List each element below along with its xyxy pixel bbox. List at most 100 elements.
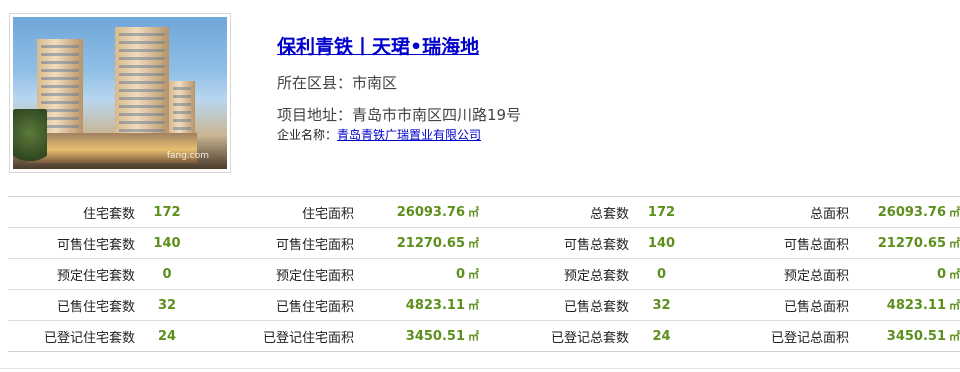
residential-units-label: 已售住宅套数: [8, 289, 135, 321]
residential-area-value: 0 ㎡: [354, 258, 479, 290]
total-area-value: 0 ㎡: [849, 258, 960, 290]
total-units-value: 140: [629, 227, 694, 259]
total-area-value: 3450.51 ㎡: [849, 320, 960, 352]
total-units-label-text: 可售总套数: [563, 237, 629, 253]
residential-units-label: 住宅套数: [8, 196, 135, 228]
total-units-value: 172: [629, 196, 694, 228]
project-photo-frame[interactable]: fang.com: [9, 13, 231, 173]
sales-stats-table: 住宅套数 172 住宅面积 26093.76 ㎡总套数 172 总面积 26093.76 ㎡可售…: [8, 196, 960, 352]
total-area-label-text: 已登记总面积: [770, 330, 849, 346]
company-name-link[interactable]: 青岛青铁广瑞置业有限公司: [337, 128, 481, 142]
area-unit: ㎡: [468, 268, 479, 281]
residential-units-label-text: 可售住宅套数: [56, 237, 135, 253]
residential-area-label: 住宅面积: [199, 196, 354, 228]
area-unit: ㎡: [949, 206, 960, 219]
total-area-label: 已登记总面积: [694, 320, 849, 352]
residential-units-label-text: 已售住宅套数: [56, 299, 135, 315]
residential-units-value: 140: [135, 227, 199, 259]
project-photo[interactable]: fang.com: [13, 17, 227, 169]
residential-units-label-text: 住宅套数: [82, 206, 135, 222]
residential-area-value-text: 0: [455, 267, 465, 282]
total-area-value: 21270.65 ㎡: [849, 227, 960, 259]
total-units-label: 已登记总套数: [479, 320, 629, 352]
total-area-value-text: 0: [936, 267, 946, 282]
total-area-value-text: 26093.76: [877, 205, 946, 220]
residential-area-label: 可售住宅面积: [199, 227, 354, 259]
project-title-link[interactable]: 保利青铁丨天珺•瑞海地: [277, 32, 479, 59]
total-area-label: 总面积: [694, 196, 849, 228]
total-area-label: 可售总面积: [694, 227, 849, 259]
total-units-value-text: 0: [656, 266, 667, 282]
total-area-label-text: 已售总面积: [783, 299, 849, 315]
residential-area-value-text: 3450.51: [405, 329, 465, 344]
total-area-label-text: 预定总面积: [783, 268, 849, 284]
total-units-label-text: 已登记总套数: [550, 330, 629, 346]
residential-units-label: 预定住宅套数: [8, 258, 135, 290]
area-unit: ㎡: [468, 299, 479, 312]
address-info: 项目地址：青岛市市南区四川路19号: [277, 106, 522, 124]
area-unit: ㎡: [468, 330, 479, 343]
total-area-value-text: 21270.65: [877, 236, 946, 251]
total-units-value-text: 140: [647, 235, 676, 251]
residential-units-value: 24: [135, 320, 199, 352]
residential-area-value: 26093.76 ㎡: [354, 196, 479, 228]
district-info: 所在区县：市南区: [277, 74, 398, 92]
area-unit: ㎡: [468, 206, 479, 219]
area-unit: ㎡: [949, 299, 960, 312]
total-area-label: 已售总面积: [694, 289, 849, 321]
stats-row: 已登记住宅套数 24 已登记住宅面积 3450.51 ㎡已登记总套数 24 已登记总面积 34…: [8, 320, 960, 352]
residential-units-value-text: 172: [153, 204, 181, 220]
company-info: 企业名称：青岛青铁广瑞置业有限公司: [277, 126, 481, 143]
residential-area-label-text: 已登记住宅面积: [262, 330, 354, 346]
residential-units-label-text: 已登记住宅套数: [43, 330, 135, 346]
residential-area-label: 已售住宅面积: [199, 289, 354, 321]
residential-units-label-text: 预定住宅套数: [56, 268, 135, 284]
residential-area-value: 21270.65 ㎡: [354, 227, 479, 259]
total-units-value: 0: [629, 258, 694, 290]
residential-units-value-text: 32: [157, 297, 177, 313]
stats-row: 已售住宅套数 32 已售住宅面积 4823.11 ㎡已售总套数 32 已售总面积 4823.1…: [8, 289, 960, 321]
total-area-value: 26093.76 ㎡: [849, 196, 960, 228]
area-unit: ㎡: [949, 237, 960, 250]
residential-units-label: 已登记住宅套数: [8, 320, 135, 352]
stats-row: 住宅套数 172 住宅面积 26093.76 ㎡总套数 172 总面积 26093.76 ㎡: [8, 196, 960, 228]
residential-area-value-text: 26093.76: [396, 205, 465, 220]
total-area-value-text: 4823.11: [886, 298, 946, 313]
total-area-label: 预定总面积: [694, 258, 849, 290]
photo-watermark: fang.com: [166, 151, 209, 161]
residential-area-value: 4823.11 ㎡: [354, 289, 479, 321]
total-units-label: 预定总套数: [479, 258, 629, 290]
residential-units-value: 32: [135, 289, 199, 321]
total-units-label-text: 总套数: [589, 206, 629, 222]
residential-units-label: 可售住宅套数: [8, 227, 135, 259]
total-area-label-text: 可售总面积: [783, 237, 849, 253]
photo-trees: [13, 109, 47, 169]
residential-units-value-text: 140: [153, 235, 181, 251]
residential-area-value-text: 4823.11: [405, 298, 465, 313]
total-area-label-text: 总面积: [809, 206, 849, 222]
residential-area-label-text: 住宅面积: [301, 206, 354, 222]
residential-area-value-text: 21270.65: [396, 236, 465, 251]
total-units-value: 32: [629, 289, 694, 321]
total-units-value-text: 32: [652, 297, 671, 313]
total-units-label: 已售总套数: [479, 289, 629, 321]
total-units-label: 总套数: [479, 196, 629, 228]
area-unit: ㎡: [468, 237, 479, 250]
residential-area-value: 3450.51 ㎡: [354, 320, 479, 352]
total-units-label-text: 已售总套数: [563, 299, 629, 315]
total-units-value: 24: [629, 320, 694, 352]
area-unit: ㎡: [949, 268, 960, 281]
residential-area-label-text: 已售住宅面积: [275, 299, 354, 315]
total-area-value-text: 3450.51: [886, 329, 946, 344]
residential-units-value: 172: [135, 196, 199, 228]
bottom-divider: [0, 368, 960, 369]
photo-tower-center: [115, 27, 169, 143]
total-units-value-text: 24: [652, 328, 671, 344]
residential-area-label: 已登记住宅面积: [199, 320, 354, 352]
residential-area-label-text: 预定住宅面积: [275, 268, 354, 284]
total-area-value: 4823.11 ㎡: [849, 289, 960, 321]
company-label: 企业名称：: [277, 128, 338, 142]
stats-row: 预定住宅套数 0 预定住宅面积 0 ㎡预定总套数 0 预定总面积 0 ㎡: [8, 258, 960, 290]
stats-row: 可售住宅套数 140 可售住宅面积 21270.65 ㎡可售总套数 140 可售总面积 212…: [8, 227, 960, 259]
residential-units-value-text: 24: [157, 328, 177, 344]
